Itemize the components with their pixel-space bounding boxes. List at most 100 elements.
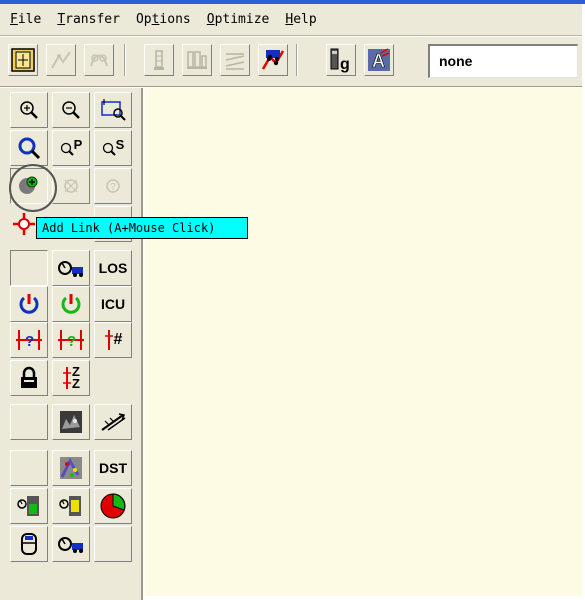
number-label: # <box>113 331 123 348</box>
antenna-pattern-icon: A <box>368 48 390 71</box>
delete-link-disabled-button[interactable]: ? <box>94 168 132 204</box>
antenna-pattern-button[interactable]: A <box>364 44 394 76</box>
zoom-out-icon <box>62 101 80 119</box>
route-disabled-icon <box>90 54 108 67</box>
z-bottom-label: Z <box>72 376 80 391</box>
map-frame-button[interactable] <box>8 44 38 76</box>
menu-help[interactable]: Help <box>285 12 316 27</box>
profile-drive-icon <box>58 537 83 553</box>
meter-yellow-button[interactable] <box>52 488 90 524</box>
toolbar-separator <box>296 44 298 76</box>
zoom-previous-button[interactable]: P <box>52 130 90 166</box>
site-config-button[interactable]: g <box>326 44 356 76</box>
lock-icon <box>21 366 37 388</box>
zoom-in-button[interactable] <box>10 92 48 128</box>
tower-disabled-icon <box>154 50 164 70</box>
menu-bar: File Transfer Options Optimize Help <box>0 4 582 36</box>
number-marker-icon <box>104 330 113 350</box>
link-disabled-button[interactable] <box>46 44 76 76</box>
meter-yellow-icon <box>59 496 81 516</box>
los-blank-button[interactable] <box>10 250 48 286</box>
zoom-window-button[interactable] <box>94 92 132 128</box>
row12-right-button[interactable] <box>94 526 132 562</box>
layer-select[interactable]: none <box>428 44 578 78</box>
row9-blank-button[interactable] <box>10 404 48 440</box>
lines-disabled-icon <box>225 53 245 70</box>
path-profile-button[interactable] <box>52 250 90 286</box>
svg-text:?: ? <box>67 333 76 350</box>
meter-green-button[interactable] <box>10 488 48 524</box>
power-blue-button[interactable] <box>10 286 48 322</box>
row10-blank-button[interactable] <box>10 450 48 486</box>
map-canvas[interactable] <box>145 88 582 596</box>
zoom-select-letter: S <box>115 136 125 152</box>
zoom-previous-letter: P <box>73 136 83 152</box>
menu-transfer[interactable]: Transfer <box>57 12 120 27</box>
icu-label: ICU <box>100 296 126 312</box>
zoom-out-button[interactable] <box>52 92 90 128</box>
link-disabled-icon <box>51 51 71 69</box>
database-icon <box>21 533 37 555</box>
menu-file[interactable]: File <box>10 12 41 27</box>
terrain-button[interactable] <box>52 404 90 440</box>
power-green-button[interactable] <box>52 286 90 322</box>
drive-data-icon <box>60 457 82 479</box>
meter-green-icon <box>17 496 39 516</box>
zoom-full-button[interactable] <box>10 130 48 166</box>
database-button[interactable] <box>10 526 48 562</box>
tool-palette: P S ? LOS ICU ? ? # Z Z DST <box>0 88 143 600</box>
profile-drive-button[interactable] <box>52 526 90 562</box>
z-order-button[interactable]: Z Z <box>52 360 90 396</box>
menu-optimize[interactable]: Optimize <box>207 12 270 27</box>
measure-icon <box>101 413 126 431</box>
query-red-button[interactable]: ? <box>10 322 48 358</box>
svg-text:?: ? <box>110 182 116 193</box>
dst-label: DST <box>99 460 127 476</box>
zoom-select-icon <box>102 142 116 156</box>
query-green-button[interactable]: ? <box>52 322 90 358</box>
query-red-icon: ? <box>16 330 42 350</box>
add-link-tooltip: Add Link (A+Mouse Click) <box>36 217 248 239</box>
query-green-icon: ? <box>58 330 84 350</box>
route-disabled-button[interactable] <box>84 44 114 76</box>
drive-test-button[interactable] <box>258 44 288 76</box>
tower-disabled-button[interactable] <box>144 44 174 76</box>
multi-tower-disabled-icon <box>187 51 207 69</box>
z-stack: Z Z <box>72 365 80 391</box>
svg-text:g: g <box>340 56 350 73</box>
multi-tower-disabled-button[interactable] <box>182 44 212 76</box>
zoom-window-icon <box>101 99 126 121</box>
drive-data-button[interactable] <box>52 450 90 486</box>
menu-options[interactable]: Options <box>136 12 191 27</box>
svg-text:?: ? <box>25 333 34 350</box>
path-profile-icon <box>58 261 83 277</box>
zoom-in-icon <box>20 101 38 119</box>
terrain-icon <box>60 411 82 433</box>
zoom-full-icon <box>18 137 41 160</box>
svg-text:A: A <box>372 51 385 71</box>
toolbar-separator <box>124 44 126 76</box>
lines-disabled-button[interactable] <box>220 44 250 76</box>
delete-link-disabled-icon: ? <box>106 179 120 193</box>
row8-empty <box>94 360 132 396</box>
coverage-pie-button[interactable] <box>94 488 132 524</box>
dst-button[interactable]: DST <box>94 450 132 486</box>
site-config-icon: g <box>330 48 350 73</box>
move-link-disabled-button[interactable] <box>52 168 90 204</box>
zoom-select-button[interactable]: S <box>94 130 132 166</box>
measure-button[interactable] <box>94 404 132 440</box>
icu-button[interactable]: ICU <box>94 286 132 322</box>
zoom-previous-icon <box>60 142 74 156</box>
coverage-pie-icon <box>100 493 126 519</box>
cursor-highlight-ring <box>9 164 57 212</box>
map-frame-icon <box>11 48 35 72</box>
los-button[interactable]: LOS <box>94 250 132 286</box>
move-link-disabled-icon <box>64 179 78 193</box>
power-green-icon <box>61 294 81 314</box>
target-icon <box>13 213 35 235</box>
number-button[interactable]: # <box>94 322 132 358</box>
power-blue-icon <box>19 294 39 314</box>
z-marker-icon <box>63 367 72 389</box>
lock-button[interactable] <box>10 360 48 396</box>
drive-test-icon <box>261 50 285 70</box>
